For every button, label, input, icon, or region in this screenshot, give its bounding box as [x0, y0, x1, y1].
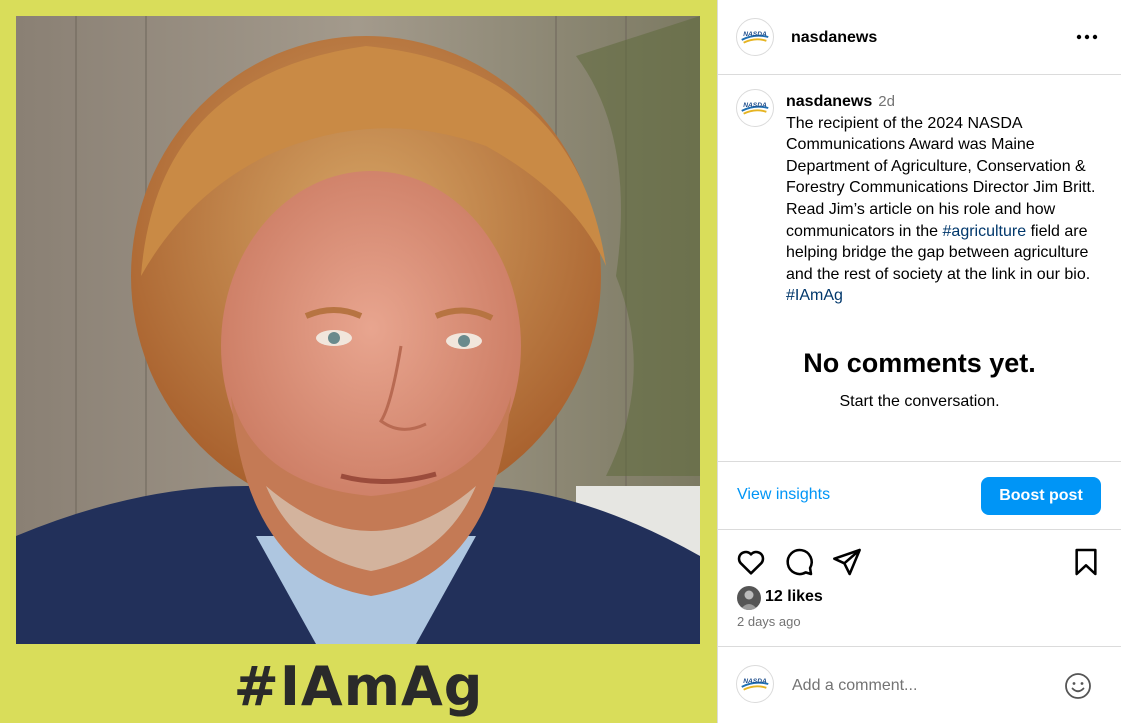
boost-post-button[interactable]: Boost post: [981, 477, 1101, 515]
post-header: NASDA nasdanews: [718, 0, 1121, 75]
account-avatar[interactable]: NASDA: [736, 18, 774, 56]
caption-timestamp[interactable]: 2d: [878, 93, 895, 110]
no-comments-subtitle: Start the conversation.: [839, 393, 1000, 410]
caption-username[interactable]: nasdanews: [786, 93, 872, 110]
emoji-picker-button[interactable]: [1063, 671, 1093, 701]
liker-avatar[interactable]: [737, 586, 761, 610]
media-overlay-hashtag: #IAmAg: [233, 655, 484, 718]
more-horizontal-icon: [1076, 34, 1098, 40]
hashtag-link-iamag[interactable]: #IAmAg: [786, 287, 843, 304]
nasda-logo-icon: NASDA: [741, 31, 769, 44]
post-photo: [16, 16, 700, 644]
no-comments-title: No comments yet.: [803, 348, 1036, 378]
hashtag-link-agriculture[interactable]: #agriculture: [943, 223, 1027, 240]
comment-button[interactable]: [783, 546, 815, 578]
comment-bar: NASDA: [718, 646, 1121, 723]
current-user-avatar: NASDA: [736, 665, 774, 703]
post-media[interactable]: #IAmAg: [0, 0, 717, 723]
comment-icon: [786, 548, 813, 576]
heart-icon: [737, 550, 765, 575]
post-actions: [718, 540, 1121, 584]
post-caption: nasdanews 2d The recipient of the 2024 NA…: [786, 91, 1101, 307]
empty-comments-state: No comments yet. Start the conversation.: [718, 348, 1121, 411]
portrait-illustration: [16, 16, 700, 644]
nasda-logo-icon: NASDA: [741, 102, 769, 115]
likes-count[interactable]: 12 likes: [765, 588, 823, 606]
more-options-button[interactable]: [1073, 26, 1101, 48]
post-details-panel: NASDA nasdanews NASDA nasdanews 2d The re…: [717, 0, 1121, 723]
share-button[interactable]: [831, 546, 863, 578]
nasda-logo-icon: NASDA: [741, 678, 769, 691]
comment-input[interactable]: [790, 673, 1044, 699]
like-button[interactable]: [735, 546, 767, 578]
bookmark-icon: [1075, 548, 1097, 576]
save-button[interactable]: [1070, 546, 1102, 578]
svg-text:NASDA: NASDA: [743, 678, 767, 685]
insights-row: View insights Boost post: [718, 461, 1121, 530]
account-username[interactable]: nasdanews: [791, 29, 877, 47]
caption-text: The recipient of the 2024 NASDA Communic…: [786, 114, 1096, 240]
send-icon: [833, 548, 861, 576]
svg-text:NASDA: NASDA: [743, 31, 767, 38]
svg-text:NASDA: NASDA: [743, 102, 767, 109]
view-insights-link[interactable]: View insights: [737, 486, 830, 504]
smiley-icon: [1065, 673, 1091, 699]
post-timestamp[interactable]: 2 days ago: [737, 614, 801, 629]
caption-avatar[interactable]: NASDA: [736, 89, 774, 127]
